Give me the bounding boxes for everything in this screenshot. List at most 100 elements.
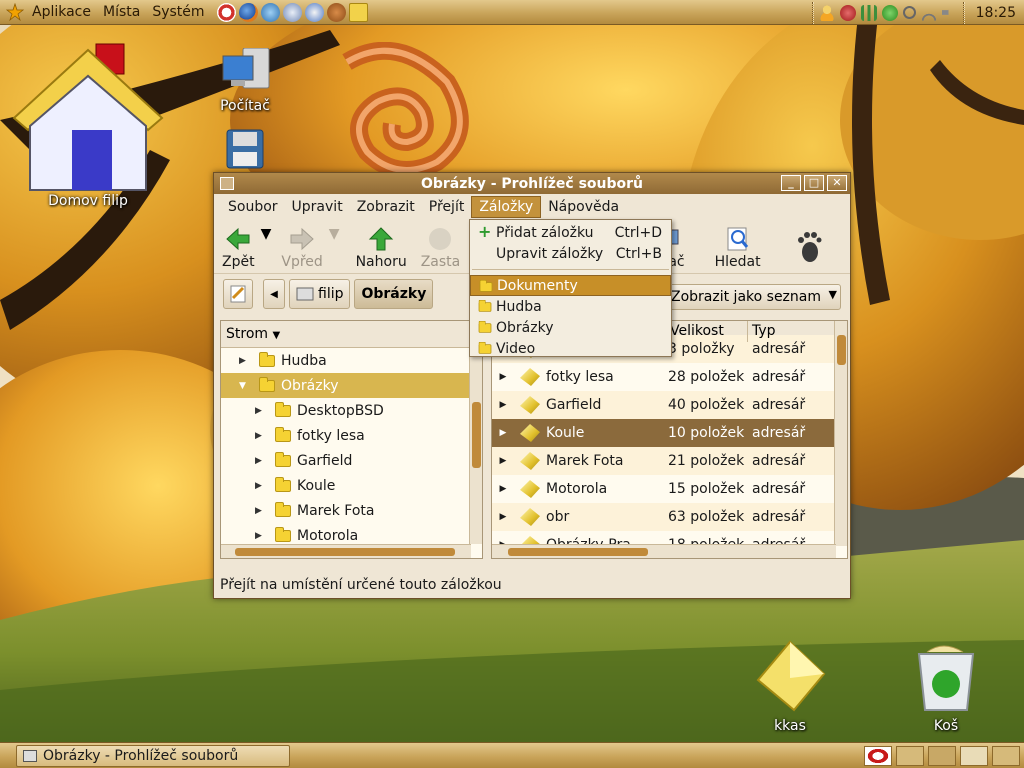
table-row[interactable]: ▶ Motorola 15 položek adresář bbox=[492, 475, 847, 503]
menu-file[interactable]: Soubor bbox=[221, 197, 285, 217]
tree-row[interactable]: ▶ fotky lesa bbox=[221, 423, 482, 448]
close-button[interactable]: ✕ bbox=[827, 175, 847, 191]
expander-closed-icon[interactable]: ▶ bbox=[492, 512, 514, 522]
crumb-current[interactable]: Obrázky bbox=[354, 279, 434, 309]
menu-view[interactable]: Zobrazit bbox=[350, 197, 422, 217]
menu-system[interactable]: Systém bbox=[146, 4, 210, 20]
bookmark-item[interactable]: Dokumenty bbox=[470, 275, 671, 296]
opera-icon[interactable] bbox=[864, 746, 892, 766]
expander-closed-icon[interactable]: ▶ bbox=[492, 400, 514, 410]
side-horizontal-scrollbar[interactable] bbox=[221, 544, 471, 558]
tree-row[interactable]: ▶ Marek Fota bbox=[221, 498, 482, 523]
taskbar-window-button[interactable]: Obrázky - Prohlížeč souborů bbox=[16, 745, 290, 767]
scrollbar-thumb[interactable] bbox=[472, 402, 481, 468]
desktop-icon-trash[interactable]: Koš bbox=[910, 644, 982, 734]
scrollbar-thumb[interactable] bbox=[508, 548, 648, 556]
messenger-icon[interactable] bbox=[304, 2, 324, 22]
back-history-dropdown[interactable]: ▼ bbox=[261, 226, 272, 242]
clock[interactable]: 18:25 bbox=[976, 5, 1016, 21]
expander-closed-icon[interactable]: ▶ bbox=[492, 428, 514, 438]
menu-places[interactable]: Místa bbox=[97, 4, 146, 20]
edit-bookmarks-label: Upravit záložky bbox=[496, 245, 604, 262]
side-pane-header[interactable]: Strom ▼ bbox=[221, 321, 482, 348]
tree-row[interactable]: ▶ DesktopBSD bbox=[221, 398, 482, 423]
menu-help[interactable]: Nápověda bbox=[541, 197, 626, 217]
expander-closed-icon[interactable]: ▶ bbox=[492, 372, 514, 382]
view-as-select[interactable]: Zobrazit jako seznam ▼ bbox=[666, 284, 841, 310]
firefox-icon[interactable] bbox=[238, 2, 258, 22]
expander-closed-icon[interactable]: ▶ bbox=[255, 456, 267, 466]
side-vertical-scrollbar[interactable] bbox=[469, 348, 482, 544]
list-vertical-scrollbar[interactable] bbox=[834, 321, 847, 546]
network-icon[interactable] bbox=[260, 2, 280, 22]
wireless-icon[interactable] bbox=[920, 4, 937, 21]
tree-row[interactable]: ▶ Garfield bbox=[221, 448, 482, 473]
desktop-icon-floppy[interactable] bbox=[224, 128, 266, 174]
up-button[interactable]: Nahoru bbox=[356, 226, 407, 270]
workspace-1[interactable] bbox=[896, 746, 924, 766]
help-lifebuoy-icon[interactable] bbox=[216, 2, 236, 22]
column-type-header[interactable]: Typ bbox=[748, 321, 836, 342]
coconut-icon[interactable] bbox=[326, 2, 346, 22]
search-button[interactable]: Hledat bbox=[715, 226, 761, 270]
notes-icon[interactable] bbox=[348, 2, 368, 22]
table-row[interactable]: ▶ fotky lesa 28 položek adresář bbox=[492, 363, 847, 391]
table-row[interactable]: ▶ obr 63 položek adresář bbox=[492, 503, 847, 531]
signal-icon[interactable] bbox=[860, 4, 877, 21]
desktop-icon-kkas[interactable]: kkas bbox=[752, 640, 828, 734]
expander-closed-icon[interactable]: ▶ bbox=[255, 481, 267, 491]
desktop-icon-shell[interactable] bbox=[327, 41, 475, 179]
menu-edit[interactable]: Upravit bbox=[285, 197, 350, 217]
add-bookmark-item[interactable]: + Přidat záložku Ctrl+D bbox=[470, 222, 671, 243]
table-row[interactable]: ▶ Koule 10 položek adresář bbox=[492, 419, 847, 447]
column-size-header[interactable]: Velikost bbox=[666, 321, 748, 342]
minimize-button[interactable]: _ bbox=[781, 175, 801, 191]
maximize-button[interactable]: □ bbox=[804, 175, 824, 191]
menu-applications[interactable]: Aplikace bbox=[26, 4, 97, 20]
expander-closed-icon[interactable]: ▶ bbox=[239, 356, 251, 366]
volume-icon[interactable] bbox=[941, 4, 955, 21]
show-desktop-icon[interactable] bbox=[992, 746, 1020, 766]
tree-row[interactable]: ▶ Hudba bbox=[221, 348, 482, 373]
expander-open-icon[interactable]: ▼ bbox=[239, 381, 251, 391]
evolution-icon[interactable] bbox=[282, 2, 302, 22]
stop-button[interactable]: Zasta bbox=[421, 226, 460, 270]
crumb-scroll-left[interactable]: ◀ bbox=[263, 279, 285, 309]
workspace-3[interactable] bbox=[960, 746, 988, 766]
window-menu-icon[interactable] bbox=[220, 177, 234, 190]
search-icon[interactable] bbox=[902, 6, 916, 19]
back-button[interactable]: Zpět bbox=[222, 226, 255, 270]
expander-closed-icon[interactable]: ▶ bbox=[255, 431, 267, 441]
table-row[interactable]: ▶ Garfield 40 položek adresář bbox=[492, 391, 847, 419]
expander-closed-icon[interactable]: ▶ bbox=[492, 456, 514, 466]
table-row[interactable]: ▶ Marek Fota 21 položek adresář bbox=[492, 447, 847, 475]
expander-closed-icon[interactable]: ▶ bbox=[492, 484, 514, 494]
expander-closed-icon[interactable]: ▶ bbox=[255, 531, 267, 541]
tree-row[interactable]: ▶ Koule bbox=[221, 473, 482, 498]
desktop-icon-home[interactable]: Domov filip bbox=[8, 40, 168, 209]
check-icon[interactable] bbox=[881, 4, 898, 21]
menu-bookmarks[interactable]: Záložky bbox=[471, 196, 542, 218]
menu-go[interactable]: Přejít bbox=[422, 197, 472, 217]
forward-button[interactable]: Vpřed bbox=[281, 226, 323, 270]
expander-closed-icon[interactable]: ▶ bbox=[255, 406, 267, 416]
scrollbar-thumb[interactable] bbox=[837, 335, 846, 365]
toggle-location-button[interactable] bbox=[223, 279, 253, 309]
expander-closed-icon[interactable]: ▶ bbox=[255, 506, 267, 516]
user-icon[interactable] bbox=[818, 4, 835, 21]
crumb-home[interactable]: filip bbox=[289, 279, 351, 309]
tree-row[interactable]: ▼ Obrázky bbox=[221, 373, 482, 398]
bookmark-item[interactable]: Video bbox=[470, 338, 671, 359]
window-title: Obrázky - Prohlížeč souborů bbox=[420, 175, 643, 192]
desktop-icon-computer[interactable]: Počítač bbox=[213, 47, 277, 114]
window-titlebar[interactable]: Obrázky - Prohlížeč souborů _ □ ✕ bbox=[214, 173, 850, 194]
update-icon[interactable] bbox=[839, 4, 856, 21]
bookmark-item[interactable]: Obrázky bbox=[470, 317, 671, 338]
edit-bookmarks-item[interactable]: Upravit záložky Ctrl+B bbox=[470, 243, 671, 264]
forward-history-dropdown[interactable]: ▼ bbox=[329, 226, 340, 242]
list-horizontal-scrollbar[interactable] bbox=[492, 544, 836, 558]
bookmark-item[interactable]: Hudba bbox=[470, 296, 671, 317]
scrollbar-thumb[interactable] bbox=[235, 548, 455, 556]
workspace-2[interactable] bbox=[928, 746, 956, 766]
star-menu-icon[interactable] bbox=[6, 3, 24, 21]
